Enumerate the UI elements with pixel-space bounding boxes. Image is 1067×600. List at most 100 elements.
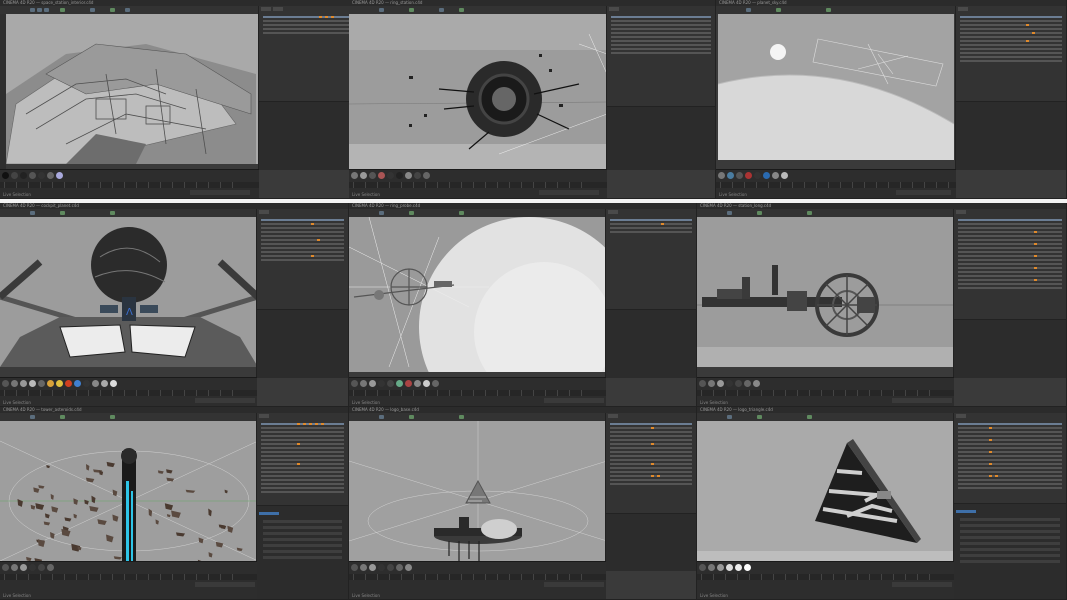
list-item[interactable]: [960, 36, 1062, 38]
camera-icon[interactable]: [110, 211, 115, 215]
attribute-row[interactable]: [263, 550, 342, 553]
list-item[interactable]: [261, 447, 344, 449]
list-item[interactable]: [610, 219, 692, 221]
viewport-perspective[interactable]: [0, 421, 258, 571]
material-swatch[interactable]: [387, 380, 394, 387]
list-item[interactable]: [261, 467, 344, 469]
viewport-perspective[interactable]: [718, 14, 954, 160]
attribute-row[interactable]: [960, 524, 1060, 527]
cube-icon[interactable]: [439, 8, 444, 12]
list-item[interactable]: [958, 223, 1062, 225]
material-swatch[interactable]: [763, 172, 770, 179]
tag-icon[interactable]: [651, 475, 654, 477]
list-item[interactable]: [960, 56, 1062, 58]
move-tool-icon[interactable]: [727, 415, 732, 419]
list-item[interactable]: [958, 447, 1062, 449]
list-item[interactable]: [960, 20, 1062, 22]
list-item[interactable]: [261, 479, 344, 481]
attribute-row[interactable]: [263, 532, 342, 535]
list-item[interactable]: [610, 223, 692, 225]
material-swatch[interactable]: [369, 380, 376, 387]
object-manager[interactable]: [258, 6, 355, 170]
attribute-row[interactable]: [259, 512, 279, 515]
list-item[interactable]: [960, 24, 1062, 26]
list-item[interactable]: [611, 28, 711, 30]
list-item[interactable]: [958, 451, 1062, 453]
material-swatch[interactable]: [92, 380, 99, 387]
object-manager[interactable]: [953, 209, 1066, 378]
viewport-perspective[interactable]: [697, 217, 955, 367]
list-item[interactable]: [261, 463, 344, 465]
material-swatch[interactable]: [432, 380, 439, 387]
material-swatch[interactable]: [708, 380, 715, 387]
list-item[interactable]: [610, 431, 692, 433]
list-item[interactable]: [958, 459, 1062, 461]
attribute-row[interactable]: [263, 544, 342, 547]
list-item[interactable]: [960, 16, 1062, 18]
list-item[interactable]: [958, 283, 1062, 285]
tab-objects[interactable]: [259, 210, 269, 214]
material-swatch[interactable]: [726, 380, 733, 387]
material-swatch[interactable]: [56, 172, 63, 179]
render-icon[interactable]: [409, 211, 414, 215]
attribute-row[interactable]: [960, 542, 1060, 545]
tag-icon[interactable]: [297, 443, 300, 445]
material-swatch[interactable]: [378, 564, 385, 571]
attribute-row[interactable]: [263, 526, 342, 529]
list-item[interactable]: [611, 20, 711, 22]
material-swatch[interactable]: [369, 564, 376, 571]
list-item[interactable]: [261, 219, 344, 221]
move-tool-icon[interactable]: [727, 211, 732, 215]
object-manager[interactable]: [256, 413, 348, 599]
list-item[interactable]: [611, 32, 711, 34]
material-swatch[interactable]: [369, 172, 376, 179]
list-item[interactable]: [261, 439, 344, 441]
material-swatch[interactable]: [387, 564, 394, 571]
material-swatch[interactable]: [718, 172, 725, 179]
render-icon[interactable]: [409, 8, 414, 12]
attribute-row[interactable]: [960, 530, 1060, 533]
scale-tool-icon[interactable]: [37, 8, 42, 12]
tab-objects[interactable]: [608, 210, 618, 214]
tag-icon[interactable]: [1034, 279, 1037, 281]
list-item[interactable]: [610, 459, 692, 461]
material-manager[interactable]: [718, 172, 954, 180]
list-item[interactable]: [261, 227, 344, 229]
object-manager[interactable]: [955, 6, 1066, 170]
material-swatch[interactable]: [414, 172, 421, 179]
render-icon[interactable]: [409, 415, 414, 419]
tag-icon[interactable]: [989, 463, 992, 465]
render-icon[interactable]: [60, 211, 65, 215]
material-swatch[interactable]: [351, 172, 358, 179]
timeline[interactable]: [0, 574, 257, 580]
list-item[interactable]: [958, 439, 1062, 441]
material-manager[interactable]: [699, 380, 952, 388]
material-swatch[interactable]: [20, 380, 27, 387]
material-swatch[interactable]: [2, 172, 9, 179]
list-item[interactable]: [960, 32, 1062, 34]
material-swatch[interactable]: [360, 172, 367, 179]
attribute-row[interactable]: [960, 548, 1060, 551]
material-swatch[interactable]: [378, 172, 385, 179]
viewport-perspective[interactable]: [349, 217, 607, 372]
render-icon[interactable]: [60, 8, 65, 12]
material-swatch[interactable]: [699, 564, 706, 571]
material-swatch[interactable]: [74, 380, 81, 387]
move-tool-icon[interactable]: [746, 8, 751, 12]
material-swatch[interactable]: [38, 564, 45, 571]
list-item[interactable]: [261, 483, 344, 485]
list-item[interactable]: [261, 255, 344, 257]
viewport-perspective[interactable]: [697, 421, 955, 571]
material-manager[interactable]: [351, 564, 604, 572]
material-swatch[interactable]: [20, 564, 27, 571]
coordinates-manager[interactable]: [892, 398, 952, 403]
material-swatch[interactable]: [47, 380, 54, 387]
cube-icon[interactable]: [90, 8, 95, 12]
material-swatch[interactable]: [745, 172, 752, 179]
material-swatch[interactable]: [396, 564, 403, 571]
move-tool-icon[interactable]: [30, 8, 35, 12]
list-item[interactable]: [960, 40, 1062, 42]
list-item[interactable]: [611, 40, 711, 42]
material-swatch[interactable]: [396, 172, 403, 179]
list-item[interactable]: [261, 471, 344, 473]
